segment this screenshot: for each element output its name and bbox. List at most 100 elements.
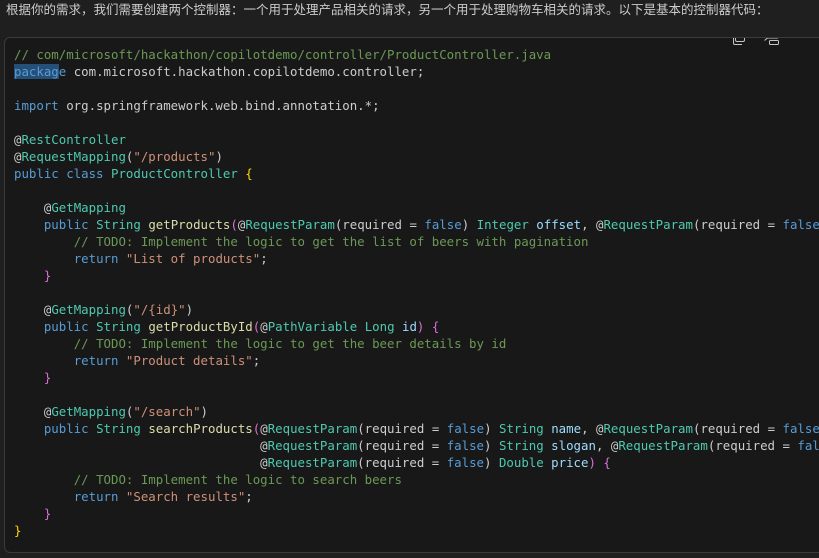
code-token: String — [96, 217, 141, 232]
code-token: ) — [484, 455, 499, 470]
code-token: @ — [14, 302, 52, 317]
code-token: com.microsoft.hackathon.copilotdemo.cont… — [66, 64, 425, 79]
code-token: } — [43, 370, 52, 385]
code-token: packag — [14, 64, 59, 79]
code-token: String — [498, 438, 544, 453]
code-token: Long — [364, 319, 395, 334]
insert-at-cursor-button[interactable] — [759, 38, 783, 49]
code-line: // com/microsoft/hackathon/copilotdemo/c… — [14, 46, 819, 63]
code-token: "Product details" — [125, 353, 253, 368]
copy-button[interactable] — [727, 38, 751, 49]
code-token: ; — [252, 353, 261, 368]
code-line: // TODO: Implement the logic to get the … — [14, 233, 819, 250]
code-token: String — [96, 319, 141, 334]
code-token: GetMapping — [51, 302, 126, 317]
code-line: public String searchProducts(@RequestPar… — [14, 420, 819, 437]
code-token: @ — [14, 200, 52, 215]
more-actions-button[interactable]: ··· — [791, 37, 815, 49]
more-icon: ··· — [798, 37, 808, 46]
code-token: slogan — [551, 438, 596, 453]
code-token: ) — [200, 404, 208, 419]
code-token: (required = — [357, 438, 447, 453]
code-token: // com/microsoft/hackathon/copilotdemo/c… — [14, 47, 552, 62]
code-token: ) — [484, 421, 499, 436]
code-block: ··· // com/microsoft/hackathon/copilotde… — [4, 37, 819, 553]
code-line: } — [14, 522, 819, 539]
code-token: ProductController — [111, 166, 238, 181]
code-token: , @ — [581, 421, 604, 436]
code-token: @ — [260, 421, 268, 436]
code-token: "/search" — [133, 404, 201, 419]
code-token: // TODO: Implement the logic to get the … — [73, 234, 589, 249]
code-line: @RequestParam(required = false) String s… — [14, 437, 819, 454]
code-token: @ — [14, 404, 52, 419]
code-token: public — [43, 421, 89, 436]
code-token: RequestParam — [603, 421, 693, 436]
code-token: RequestParam — [267, 455, 358, 470]
code-token: import — [14, 98, 59, 113]
code-token: RequestParam — [267, 438, 358, 453]
code-token: ) — [588, 455, 596, 470]
code-token: { — [245, 166, 253, 181]
code-line: return "List of products"; — [14, 250, 819, 267]
code-token: @ — [260, 319, 268, 334]
code-token: { — [431, 319, 440, 334]
code-line: @GetMapping("/search") — [14, 403, 819, 420]
code-line: } — [14, 505, 819, 522]
code-token: , @ — [595, 438, 619, 453]
code-line: public String getProductById(@PathVariab… — [14, 318, 819, 335]
code-token: "/{id}" — [133, 302, 186, 317]
code-token: return — [73, 251, 119, 266]
code-token: (required = — [334, 217, 425, 232]
code-line: public String getProducts(@RequestParam(… — [14, 216, 819, 233]
code-token: ; — [245, 489, 253, 504]
code-token: GetMapping — [51, 200, 126, 215]
code-token: @ — [14, 438, 268, 453]
code-token: RequestMapping — [21, 149, 126, 164]
code-token: public — [43, 319, 89, 334]
code-token: false — [424, 217, 462, 232]
code-token: price — [551, 455, 589, 470]
code-token: "/products" — [133, 149, 216, 164]
code-line: return "Product details"; — [14, 352, 819, 369]
code-token: org.springframework.web.bind.annotation.… — [58, 98, 380, 113]
code-token: Double — [498, 455, 544, 470]
code-token: false — [446, 455, 485, 470]
chat-response-intro: 根据你的需求，我们需要创建两个控制器：一个用于处理产品相关的请求，另一个用于处理… — [6, 2, 769, 17]
code-token: RestController — [21, 132, 126, 147]
code-token: (required = — [357, 421, 447, 436]
code-line: @RequestMapping("/products") — [14, 148, 819, 165]
code-token: "Search results" — [125, 489, 246, 504]
code-line: } — [14, 369, 819, 386]
code-content[interactable]: // com/microsoft/hackathon/copilotdemo/c… — [5, 38, 819, 539]
code-token: PathVariable — [267, 319, 358, 334]
code-token: searchProducts — [148, 421, 253, 436]
code-line: @RestController — [14, 131, 819, 148]
code-line: @GetMapping — [14, 199, 819, 216]
code-line: package com.microsoft.hackathon.copilotd… — [14, 63, 819, 80]
code-line: @RequestParam(required = false) Double p… — [14, 454, 819, 471]
code-token: ) — [461, 217, 477, 232]
code-block-toolbar: ··· — [723, 37, 819, 52]
insert-at-cursor-icon — [763, 38, 779, 45]
code-token: } — [14, 523, 22, 538]
